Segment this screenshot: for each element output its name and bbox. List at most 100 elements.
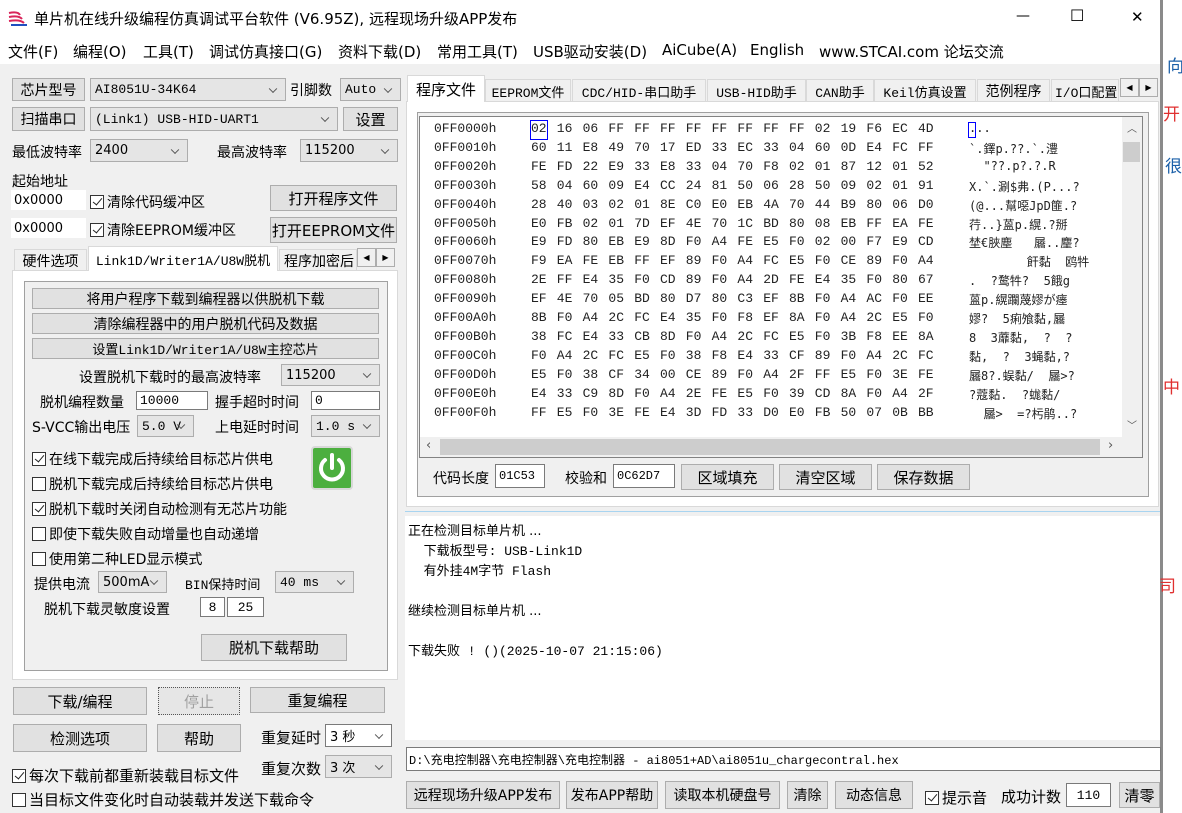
hex-byte[interactable]: E0 (789, 405, 805, 423)
hex-byte[interactable]: 8E (660, 197, 676, 215)
hex-byte[interactable]: 02 (815, 121, 831, 139)
hex-byte[interactable]: FB (557, 216, 573, 234)
tab-can-assistant[interactable]: CAN助手 (806, 79, 874, 102)
pins-select[interactable]: Auto (340, 78, 401, 101)
hex-byte[interactable]: FB (815, 405, 831, 423)
power-button[interactable] (311, 446, 353, 490)
scroll-left-icon[interactable]: ‹ (426, 438, 431, 453)
hex-byte[interactable]: C3 (737, 291, 753, 309)
hex-byte[interactable]: F0 (866, 367, 882, 385)
hex-byte[interactable]: E4 (583, 272, 599, 290)
hex-byte[interactable]: E4 (660, 310, 676, 328)
hex-byte[interactable]: E4 (815, 272, 831, 290)
hex-byte[interactable]: 4A (763, 197, 779, 215)
download-to-programmer-button[interactable]: 将用户程序下载到编程器以供脱机下载 (32, 288, 379, 309)
hex-byte[interactable]: 91 (918, 178, 934, 196)
hex-byte[interactable]: F7 (866, 234, 882, 252)
hex-byte[interactable]: 16 (557, 121, 573, 139)
menu-debug[interactable]: 调试仿真接口(G) (209, 41, 322, 62)
hex-byte[interactable]: 02 (866, 178, 882, 196)
hex-byte[interactable]: A4 (918, 253, 934, 271)
repeat-count-select[interactable]: 3 次 (325, 755, 392, 778)
hex-byte[interactable]: FE (918, 367, 934, 385)
disable-auto-detect-checkbox[interactable]: 脱机下载时关闭自动检测有无芯片功能 (32, 499, 287, 519)
hex-byte[interactable]: 3E (892, 367, 908, 385)
reset-count-button[interactable]: 清零 (1119, 782, 1160, 808)
hex-byte[interactable]: 2C (737, 329, 753, 347)
hex-byte[interactable]: 02 (789, 159, 805, 177)
hex-byte[interactable]: 35 (608, 272, 624, 290)
bin-hold-select[interactable]: 40 ms (275, 571, 354, 593)
supply-current-select[interactable]: 500mA (98, 571, 167, 593)
hex-view[interactable]: 0FF0000h 02 16 06 FF FF FF FF FF FF FF FF 02 19 F6 EC 4D… (419, 116, 1143, 458)
hex-byte[interactable]: F0 (686, 329, 702, 347)
hex-byte[interactable]: E8 (660, 159, 676, 177)
hex-byte[interactable]: 33 (634, 159, 650, 177)
tab-io-config[interactable]: I/O口配置 (1051, 79, 1119, 102)
hex-byte[interactable]: 8B (789, 291, 805, 309)
menu-file[interactable]: 文件(F) (8, 41, 58, 62)
menu-usb-driver[interactable]: USB驱动安装(D) (533, 41, 647, 62)
tab-usb-hid-assistant[interactable]: USB-HID助手 (707, 79, 806, 102)
hex-byte[interactable]: E4 (634, 178, 650, 196)
hex-byte[interactable]: E5 (892, 310, 908, 328)
hex-byte[interactable]: F0 (634, 386, 650, 404)
hex-byte[interactable]: A4 (660, 386, 676, 404)
hex-byte[interactable]: FC (634, 310, 650, 328)
hex-byte[interactable]: 24 (686, 178, 702, 196)
splitter[interactable] (405, 511, 1160, 513)
hex-byte[interactable]: BD (763, 216, 779, 234)
hex-byte[interactable]: 01 (608, 216, 624, 234)
hex-byte[interactable]: E5 (763, 234, 779, 252)
hex-byte[interactable]: F0 (531, 348, 547, 366)
scroll-up-icon[interactable]: ︿ (1127, 120, 1137, 135)
hex-byte[interactable]: F0 (866, 386, 882, 404)
hex-byte[interactable]: F0 (583, 405, 599, 423)
menu-downloads[interactable]: 资料下载(D) (338, 41, 421, 62)
tab-encryption[interactable]: 程序加密后 (279, 249, 357, 271)
hex-byte[interactable]: EB (841, 216, 857, 234)
clear-region-button[interactable]: 清空区域 (779, 464, 872, 490)
hex-byte[interactable]: 60 (583, 178, 599, 196)
hex-byte[interactable]: FE (918, 216, 934, 234)
hex-byte[interactable]: E9 (634, 234, 650, 252)
power-delay-select[interactable]: 1.0 s (311, 415, 380, 437)
hex-byte[interactable]: FE (737, 234, 753, 252)
hex-byte[interactable]: FF (557, 272, 573, 290)
hex-byte[interactable]: 8D (608, 386, 624, 404)
hex-byte[interactable]: 38 (531, 329, 547, 347)
menu-tools[interactable]: 工具(T) (143, 41, 194, 62)
hex-byte[interactable]: 2C (892, 348, 908, 366)
publish-app-help-button[interactable]: 发布APP帮助 (566, 781, 658, 809)
hex-byte[interactable]: 06 (892, 197, 908, 215)
hex-byte[interactable]: F8 (763, 159, 779, 177)
hex-byte[interactable]: EF (763, 291, 779, 309)
hex-byte[interactable]: 03 (583, 197, 599, 215)
hex-byte[interactable]: 60 (531, 140, 547, 158)
hex-byte[interactable]: 33 (763, 140, 779, 158)
hex-byte[interactable]: CF (789, 348, 805, 366)
hex-byte[interactable]: F0 (815, 329, 831, 347)
hex-byte[interactable]: 08 (815, 216, 831, 234)
file-path-field[interactable]: D:\充电控制器\充电控制器\充电控制器 - ai8051+AD\ai8051u… (406, 747, 1161, 771)
keep-power-offline-checkbox[interactable]: 脱机下载完成后持续给目标芯片供电 (32, 474, 273, 494)
hex-byte[interactable]: E5 (557, 405, 573, 423)
hex-byte[interactable]: 3E (608, 405, 624, 423)
hex-byte[interactable]: 87 (841, 159, 857, 177)
hex-byte[interactable]: 80 (892, 272, 908, 290)
hex-byte[interactable]: A4 (583, 310, 599, 328)
hex-byte[interactable]: CF (608, 367, 624, 385)
hex-byte[interactable]: F0 (712, 272, 728, 290)
chip-model-button[interactable]: 芯片型号 (12, 78, 85, 101)
hex-byte[interactable]: 35 (686, 310, 702, 328)
hex-byte[interactable]: F0 (841, 348, 857, 366)
hex-byte[interactable]: FF (634, 253, 650, 271)
hex-byte[interactable]: CD (918, 234, 934, 252)
hex-byte[interactable]: F0 (660, 348, 676, 366)
hex-byte[interactable]: 00 (841, 234, 857, 252)
offline-help-button[interactable]: 脱机下载帮助 (201, 634, 347, 661)
hex-byte[interactable]: 52 (918, 159, 934, 177)
hex-byte[interactable]: 80 (789, 216, 805, 234)
hex-byte[interactable]: 67 (918, 272, 934, 290)
hex-byte[interactable]: FF (737, 121, 753, 139)
